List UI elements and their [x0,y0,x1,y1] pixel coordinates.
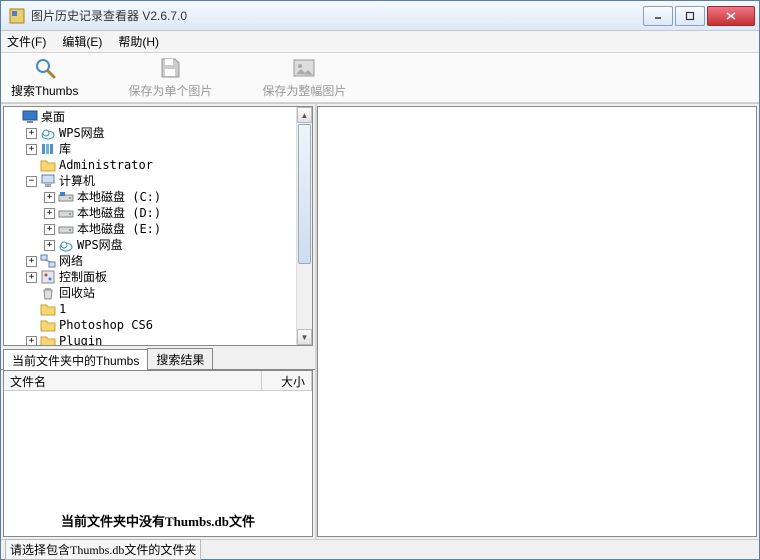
tree-node-label: Administrator [59,157,153,173]
tree-node-label: 本地磁盘 (C:) [77,189,161,205]
tree-node-label: 控制面板 [59,269,107,285]
tree-node[interactable]: + Plugin [4,333,310,346]
folder-tree[interactable]: 桌面+WPS网盘+库Administrator−计算机+本地磁盘 (C:)+本地… [3,106,313,346]
expand-spacer [8,112,19,123]
titlebar: 图片历史记录查看器 V2.6.7.0 [1,1,759,31]
scroll-down-button[interactable]: ▼ [297,329,312,345]
network-icon [40,253,56,269]
window-title: 图片历史记录查看器 V2.6.7.0 [31,7,643,24]
tree-node[interactable]: Administrator [4,157,310,173]
expand-icon[interactable]: + [26,144,37,155]
tree-node[interactable]: 桌面 [4,109,310,125]
expand-icon[interactable]: + [44,192,55,203]
tab-search-results[interactable]: 搜索结果 [147,348,213,369]
tree-node[interactable]: + 控制面板 [4,269,310,285]
cloud-icon [40,125,56,141]
tree-node-label: 本地磁盘 (D:) [77,205,161,221]
expand-icon[interactable]: + [26,336,37,347]
app-icon [9,8,25,24]
tree-node-label: 回收站 [59,285,95,301]
tree-node-label: WPS网盘 [59,125,105,141]
menu-help[interactable]: 帮助(H) [118,33,159,50]
tree-node-label: 网络 [59,253,83,269]
expand-spacer [26,160,37,171]
expand-icon[interactable]: + [26,128,37,139]
tree-node-label: 桌面 [41,109,65,125]
tree-node[interactable]: + WPS网盘 [4,237,310,253]
menubar: 文件(F) 编辑(E) 帮助(H) [1,31,759,53]
left-pane: 桌面+WPS网盘+库Administrator−计算机+本地磁盘 (C:)+本地… [1,104,317,539]
expand-icon[interactable]: + [44,240,55,251]
expand-icon[interactable]: + [44,224,55,235]
search-thumbs-label: 搜索Thumbs [11,82,78,99]
tree-node[interactable]: +库 [4,141,310,157]
save-whole-button[interactable]: 保存为整幅图片 [262,56,346,99]
tree-node-label: WPS网盘 [77,237,123,253]
control-icon [40,269,56,285]
search-thumbs-button[interactable]: 搜索Thumbs [11,56,78,99]
library-icon [40,141,56,157]
collapse-icon[interactable]: − [26,176,37,187]
tree-node-label: Photoshop CS6 [59,317,153,333]
drive-sys-icon [58,189,74,205]
save-whole-label: 保存为整幅图片 [262,82,346,99]
empty-message: 当前文件夹中没有Thumbs.db文件 [4,391,312,536]
preview-pane [317,106,757,537]
cloud-icon [58,237,74,253]
save-icon [158,56,182,80]
folder-icon [40,301,56,317]
toolbar: 搜索Thumbs 保存为单个图片 保存为整幅图片 [1,53,759,103]
tree-node-label: 计算机 [59,173,95,189]
tree-node[interactable]: + 本地磁盘 (D:) [4,205,310,221]
tree-node[interactable]: + 网络 [4,253,310,269]
tab-current-thumbs[interactable]: 当前文件夹中的Thumbs [3,349,148,370]
file-list-pane: 文件名 大小 当前文件夹中没有Thumbs.db文件 [3,370,313,537]
tree-node-label: 1 [59,301,66,317]
drive-icon [58,221,74,237]
tree-node[interactable]: + 本地磁盘 (C:) [4,189,310,205]
tree-scrollbar[interactable]: ▲ ▼ [296,107,312,345]
folder-icon [40,317,56,333]
expand-icon[interactable]: + [44,208,55,219]
drive-icon [58,205,74,221]
maximize-button[interactable] [675,6,705,26]
folder-icon [40,333,56,346]
column-size[interactable]: 大小 [262,371,312,390]
tree-node[interactable]: + 本地磁盘 (E:) [4,221,310,237]
tree-node[interactable]: Photoshop CS6 [4,317,310,333]
expand-icon[interactable]: + [26,256,37,267]
folder-icon [40,157,56,173]
tree-node[interactable]: − 计算机 [4,173,310,189]
expand-icon[interactable]: + [26,272,37,283]
close-button[interactable] [707,6,755,26]
expand-spacer [26,304,37,315]
monitor-icon [22,109,38,125]
tree-node[interactable]: 回收站 [4,285,310,301]
expand-spacer [26,288,37,299]
tree-node-label: 本地磁盘 (E:) [77,221,161,237]
recycle-icon [40,285,56,301]
tree-node[interactable]: + WPS网盘 [4,125,310,141]
statusbar: 请选择包含Thumbs.db文件的文件夹 [1,539,759,559]
column-filename[interactable]: 文件名 [4,371,262,390]
scroll-thumb[interactable] [298,124,311,264]
tree-node-label: Plugin [59,333,102,346]
menu-edit[interactable]: 编辑(E) [62,33,102,50]
image-icon [292,56,316,80]
tabs: 当前文件夹中的Thumbs 搜索结果 [1,348,315,370]
minimize-button[interactable] [643,6,673,26]
status-text: 请选择包含Thumbs.db文件的文件夹 [5,539,201,560]
menu-file[interactable]: 文件(F) [7,33,46,50]
save-single-label: 保存为单个图片 [128,82,212,99]
expand-spacer [26,320,37,331]
tree-node-label: 库 [59,141,71,157]
scroll-up-button[interactable]: ▲ [297,107,312,123]
search-icon [33,56,57,80]
tree-node[interactable]: 1 [4,301,310,317]
computer-icon [40,173,56,189]
column-headers: 文件名 大小 [4,371,312,391]
save-single-button[interactable]: 保存为单个图片 [128,56,212,99]
